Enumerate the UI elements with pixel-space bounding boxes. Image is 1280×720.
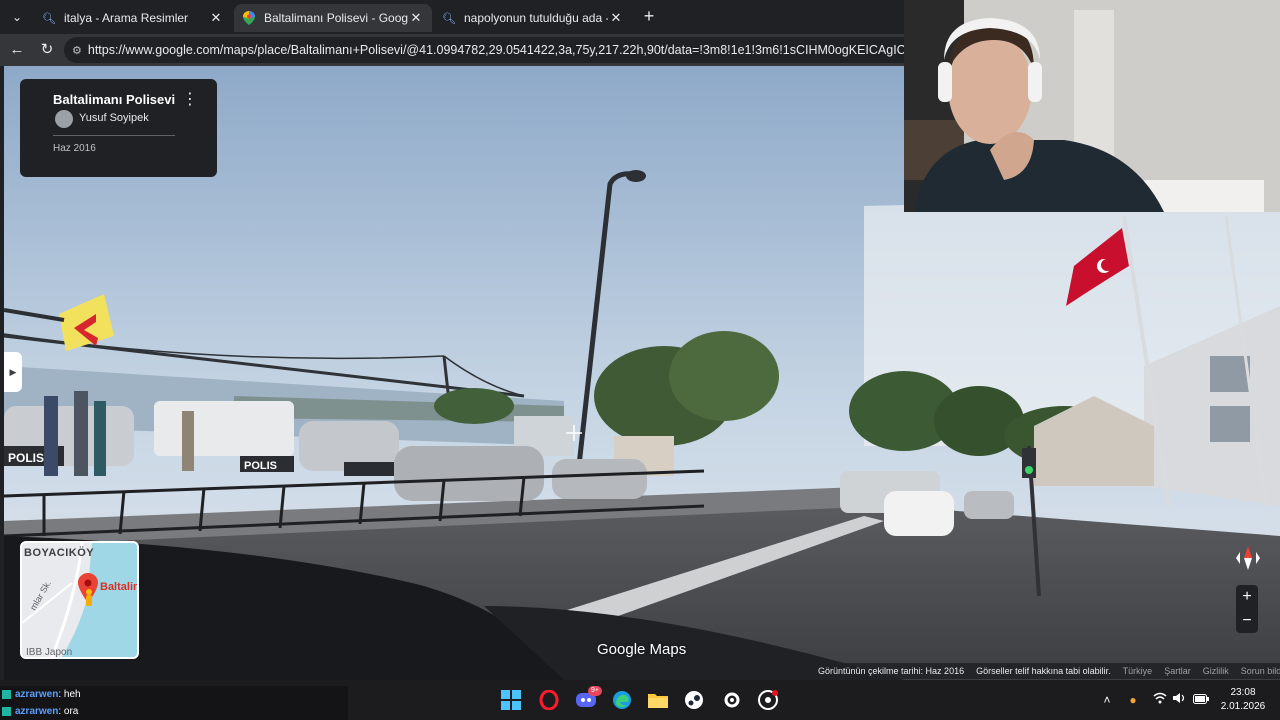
zoom-out-button[interactable]: −: [1236, 609, 1258, 633]
tab-title: italya - Arama Resimler: [64, 11, 189, 25]
plus-icon: +: [643, 6, 655, 26]
copyright-text: Görseller telif hakkına tabi olabilir.: [976, 666, 1111, 676]
collapse-side-panel-button[interactable]: ▶: [4, 352, 22, 392]
chat-message: azrarwen : heh: [2, 687, 81, 702]
microphone-icon[interactable]: ●: [1126, 690, 1140, 710]
minimap-place-label: Baltalim: [100, 581, 139, 593]
opera-icon[interactable]: [535, 686, 563, 714]
chat-user: azrarwen: [15, 706, 59, 717]
battery-icon[interactable]: [1192, 690, 1210, 710]
minimap-label: IBB Japon: [26, 647, 73, 658]
contributor-name[interactable]: Yusuf Soyipek: [79, 112, 149, 124]
url-text: https://www.google.com/maps/place/Baltal…: [87, 43, 904, 57]
steelseries-icon[interactable]: [718, 686, 746, 714]
search-icon: 🔍︎: [42, 12, 56, 25]
webcam-image: [904, 0, 1280, 212]
clock-time: 23:08: [1230, 687, 1256, 698]
minimap-label: BOYACIKÖY: [24, 547, 95, 559]
notification-badge: 9+: [588, 686, 602, 696]
place-info-card: Baltalimanı Polisevi ⋮ Yusuf Soyipek Haz…: [20, 79, 217, 177]
back-button[interactable]: ←: [5, 38, 29, 62]
chat-badge-icon: [2, 690, 11, 699]
compass-icon[interactable]: [1230, 544, 1266, 572]
chat-text: : ora: [58, 706, 79, 717]
place-title[interactable]: Baltalimanı Polisevi: [53, 92, 175, 107]
tab-italya[interactable]: 🔍︎ italya - Arama Resimler ✕: [34, 4, 232, 32]
steam-icon[interactable]: [680, 686, 708, 714]
clock-date: 2.01.2026: [1220, 701, 1266, 712]
address-bar[interactable]: ⚙ https://www.google.com/maps/place/Balt…: [64, 37, 904, 63]
webcam-overlay: [904, 0, 1280, 212]
browser-toolbar: ← ↻ ⚙ https://www.google.com/maps/place/…: [0, 34, 904, 66]
tab-search-menu-button[interactable]: ⌄: [6, 6, 28, 28]
volume-icon[interactable]: [1172, 690, 1188, 710]
close-icon[interactable]: ✕: [408, 10, 424, 26]
country-link[interactable]: Türkiye: [1117, 666, 1159, 676]
reload-button[interactable]: ↻: [35, 38, 59, 62]
more-options-icon[interactable]: ⋮: [182, 89, 198, 111]
chat-badge-icon: [2, 707, 11, 716]
discord-icon[interactable]: 9+: [572, 686, 602, 714]
reload-icon: ↻: [40, 41, 54, 58]
system-clock[interactable]: 23:08 2.01.2026: [1216, 686, 1270, 714]
tab-napolyon[interactable]: 🔍︎ napolyonun tutulduğu ada - Arama ✕: [434, 4, 632, 32]
chevron-right-icon: ▶: [9, 367, 17, 377]
maps-footer: Görüntünün çekilme tarihi: Haz 2016 Görs…: [812, 663, 1280, 679]
close-icon[interactable]: ✕: [208, 10, 224, 26]
minimap[interactable]: BOYACIKÖY Baltalim mlar Sk. IBB Japon: [20, 541, 139, 659]
file-explorer-icon[interactable]: [644, 686, 672, 714]
wifi-icon[interactable]: [1152, 690, 1168, 710]
tab-title: napolyonun tutulduğu ada - Arama: [464, 11, 608, 25]
divider: [53, 135, 175, 136]
police-label: POLIS: [8, 451, 44, 465]
avatar: [55, 110, 73, 128]
chat-message: azrarwen : ora: [2, 704, 78, 719]
windows-start-icon[interactable]: [497, 686, 525, 714]
site-info-icon[interactable]: ⚙: [72, 44, 82, 57]
chat-text: : heh: [58, 689, 81, 700]
terms-link[interactable]: Şartlar: [1158, 666, 1197, 676]
capture-date-text: Görüntünün çekilme tarihi: Haz 2016: [818, 666, 965, 676]
maps-pin-icon: [242, 11, 256, 25]
zoom-in-button[interactable]: +: [1236, 585, 1258, 609]
arrow-left-icon: ←: [9, 41, 25, 58]
tab-strip: ⌄ 🔍︎ italya - Arama Resimler ✕ Baltalima…: [0, 0, 904, 34]
tab-maps[interactable]: Baltalimanı Polisevi - Google Harita ✕: [234, 4, 432, 32]
edge-icon[interactable]: [608, 686, 636, 714]
search-icon: 🔍︎: [442, 12, 456, 25]
chevron-up-icon[interactable]: ˄: [1100, 690, 1114, 710]
close-icon[interactable]: ✕: [608, 10, 624, 26]
report-link[interactable]: Sorun bildirin: [1235, 666, 1280, 676]
chrome-icon[interactable]: [754, 686, 782, 714]
pegman-icon: [84, 589, 94, 612]
chat-user: azrarwen: [15, 689, 59, 700]
tab-title: Baltalimanı Polisevi - Google Harita: [264, 11, 408, 25]
chevron-down-icon: ⌄: [11, 10, 23, 24]
zoom-control: + −: [1236, 585, 1258, 633]
stream-chat-overlay: azrarwen : heh azrarwen : ora: [0, 686, 348, 720]
google-maps-watermark: Google Maps: [597, 641, 687, 658]
police-label: POLIS: [244, 460, 277, 472]
new-tab-button[interactable]: +: [638, 6, 660, 28]
privacy-link[interactable]: Gizlilik: [1197, 666, 1235, 676]
capture-date[interactable]: Haz 2016: [53, 143, 96, 154]
